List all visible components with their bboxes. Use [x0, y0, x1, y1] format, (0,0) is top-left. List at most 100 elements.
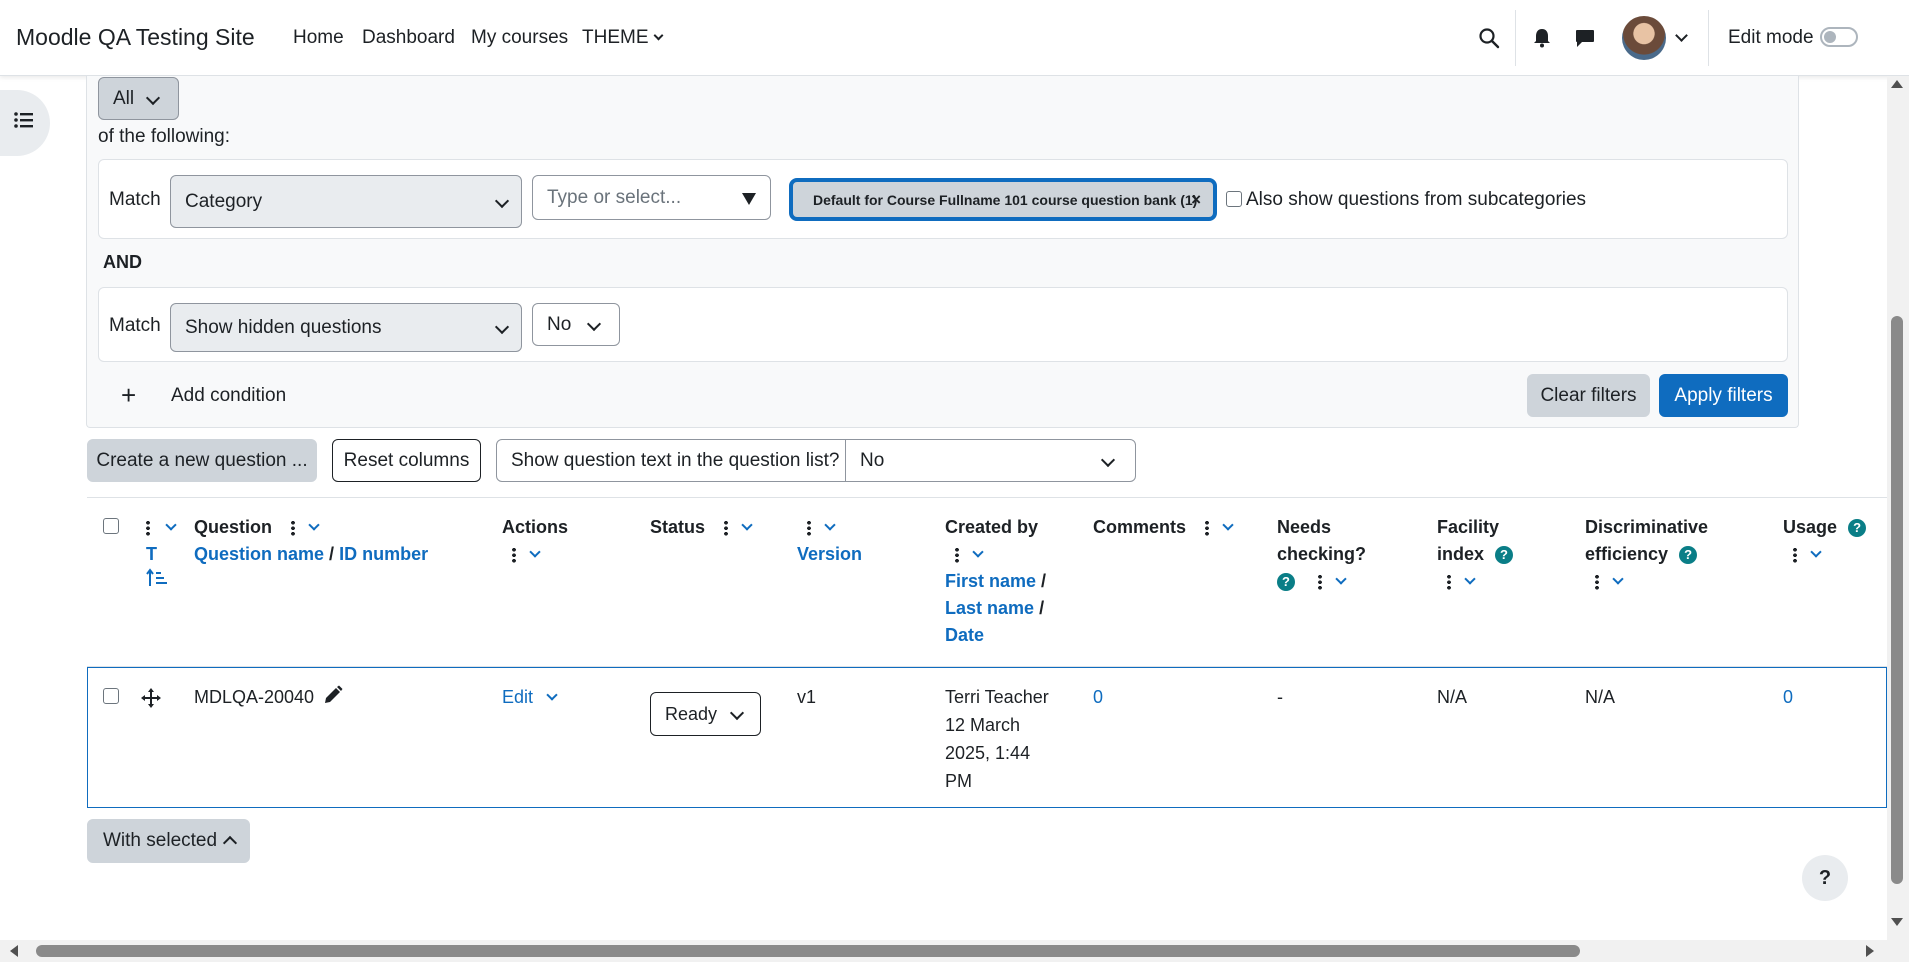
sort-chevron-icon[interactable] [1222, 519, 1234, 531]
sort-chevron-icon[interactable] [1810, 546, 1822, 558]
header-separator: / [1039, 598, 1045, 618]
table-top-border [87, 497, 1887, 498]
show-text-select[interactable]: No [845, 439, 1136, 482]
version-cell: v1 [797, 687, 817, 707]
edit-mode-toggle[interactable] [1820, 27, 1858, 47]
usage-header-label: Usage [1783, 517, 1838, 537]
discriminative-cell: N/A [1585, 687, 1616, 707]
column-menu-icon[interactable] [1447, 574, 1451, 591]
usage-count-link[interactable]: 0 [1783, 683, 1793, 711]
scroll-down-arrow-icon[interactable] [1891, 918, 1903, 926]
with-selected-button[interactable]: With selected [87, 819, 250, 863]
sort-chevron-icon[interactable] [741, 519, 753, 531]
sort-type-link[interactable]: T [146, 544, 157, 564]
nav-theme-menu[interactable]: THEME [582, 27, 663, 49]
edit-action-menu[interactable]: Edit [502, 683, 558, 711]
nav-my-courses[interactable]: My courses [471, 27, 568, 49]
sort-chevron-icon[interactable] [308, 519, 320, 531]
show-text-value: No [860, 449, 885, 471]
column-menu-icon[interactable] [1595, 574, 1599, 591]
nav-home[interactable]: Home [293, 27, 344, 49]
top-navbar: Moodle QA Testing Site Home Dashboard My… [0, 0, 1909, 76]
category-autocomplete[interactable]: Type or select... [532, 175, 771, 220]
and-label: AND [103, 252, 142, 272]
site-brand[interactable]: Moodle QA Testing Site [16, 24, 255, 51]
scroll-left-arrow-icon[interactable] [10, 945, 18, 957]
comments-header-label: Comments [1093, 517, 1187, 537]
column-menu-icon[interactable] [807, 520, 811, 537]
help-icon[interactable]: ? [1848, 519, 1867, 538]
match-label: Match [109, 315, 161, 336]
sort-question-name-link[interactable]: Question name [194, 544, 324, 564]
user-menu-chevron-icon[interactable] [1675, 29, 1688, 42]
autocomplete-placeholder: Type or select... [547, 186, 682, 208]
user-avatar[interactable] [1622, 16, 1666, 60]
plus-icon[interactable]: + [121, 382, 136, 408]
of-following-label: of the following: [98, 126, 231, 147]
type-column-header: T [146, 514, 177, 596]
bell-icon[interactable] [1533, 28, 1551, 54]
discriminative-header-label: Discriminative [1585, 517, 1709, 537]
remove-tag-icon[interactable]: × [1191, 190, 1201, 210]
status-select[interactable]: Ready [650, 692, 761, 736]
help-icon[interactable]: ? [1679, 546, 1698, 565]
search-icon[interactable] [1478, 27, 1500, 55]
created-by-header-label: Created by [945, 517, 1039, 537]
create-question-button[interactable]: Create a new question ... [87, 439, 317, 482]
add-condition-button[interactable]: Add condition [171, 385, 286, 407]
column-menu-icon[interactable] [291, 520, 296, 537]
column-menu-icon[interactable] [1793, 547, 1797, 564]
help-icon[interactable]: ? [1277, 573, 1295, 592]
move-icon[interactable] [140, 687, 162, 715]
nav-dashboard[interactable]: Dashboard [362, 27, 455, 49]
sort-chevron-icon[interactable] [1464, 573, 1476, 585]
chat-icon[interactable] [1575, 29, 1595, 54]
show-text-label: Show question text in the question list? [496, 439, 846, 482]
sort-chevron-icon[interactable] [165, 519, 177, 531]
course-index-toggle[interactable] [0, 90, 50, 156]
clear-filters-button[interactable]: Clear filters [1527, 374, 1650, 417]
column-menu-icon[interactable] [724, 520, 729, 537]
sort-chevron-icon[interactable] [1612, 573, 1624, 585]
column-menu-icon[interactable] [955, 547, 959, 564]
sort-version-link[interactable]: Version [797, 544, 862, 564]
apply-filters-button[interactable]: Apply filters [1659, 374, 1788, 417]
sort-ascending-icon[interactable] [146, 568, 168, 592]
hidden-questions-select[interactable]: No [532, 303, 620, 346]
scroll-up-arrow-icon[interactable] [1891, 80, 1903, 88]
edit-mode-label: Edit mode [1728, 27, 1814, 48]
vertical-scroll-thumb[interactable] [1891, 316, 1903, 884]
help-icon[interactable]: ? [1495, 546, 1514, 565]
row-select-checkbox[interactable] [103, 688, 119, 704]
filter-join-select[interactable]: All [98, 77, 179, 120]
pencil-icon[interactable] [323, 685, 343, 707]
sort-id-number-link[interactable]: ID number [339, 544, 428, 564]
select-all-checkbox[interactable] [103, 518, 119, 534]
subcategories-checkbox[interactable] [1226, 191, 1242, 207]
sort-first-name-link[interactable]: First name [945, 571, 1036, 591]
horizontal-scroll-thumb[interactable] [36, 945, 1580, 957]
column-menu-icon[interactable] [1318, 574, 1323, 591]
sort-chevron-icon[interactable] [1335, 573, 1347, 585]
sort-chevron-icon[interactable] [972, 546, 984, 558]
column-menu-icon[interactable] [146, 520, 150, 537]
sort-date-link[interactable]: Date [945, 625, 984, 645]
help-button[interactable]: ? [1802, 855, 1848, 901]
actions-header-label: Actions [502, 517, 569, 537]
selected-category-tag[interactable]: Default for Course Fullname 101 course q… [789, 178, 1217, 221]
sort-chevron-icon[interactable] [529, 546, 541, 558]
question-column-header: Question Question name / ID number [194, 514, 428, 568]
column-menu-icon[interactable] [1205, 520, 1210, 537]
needs-checking-cell: - [1277, 687, 1283, 707]
facility-index-cell: N/A [1437, 687, 1468, 707]
facility-header-label: Facility [1437, 517, 1500, 537]
reset-columns-button[interactable]: Reset columns [332, 439, 481, 482]
question-name: MDLQA-20040 [194, 687, 315, 707]
condition-type-select[interactable]: Show hidden questions [170, 303, 522, 352]
scroll-right-arrow-icon[interactable] [1866, 945, 1874, 957]
condition-type-select[interactable]: Category [170, 175, 522, 228]
sort-last-name-link[interactable]: Last name [945, 598, 1034, 618]
comments-count-link[interactable]: 0 [1093, 683, 1103, 711]
sort-chevron-icon[interactable] [824, 519, 836, 531]
column-menu-icon[interactable] [512, 547, 516, 564]
